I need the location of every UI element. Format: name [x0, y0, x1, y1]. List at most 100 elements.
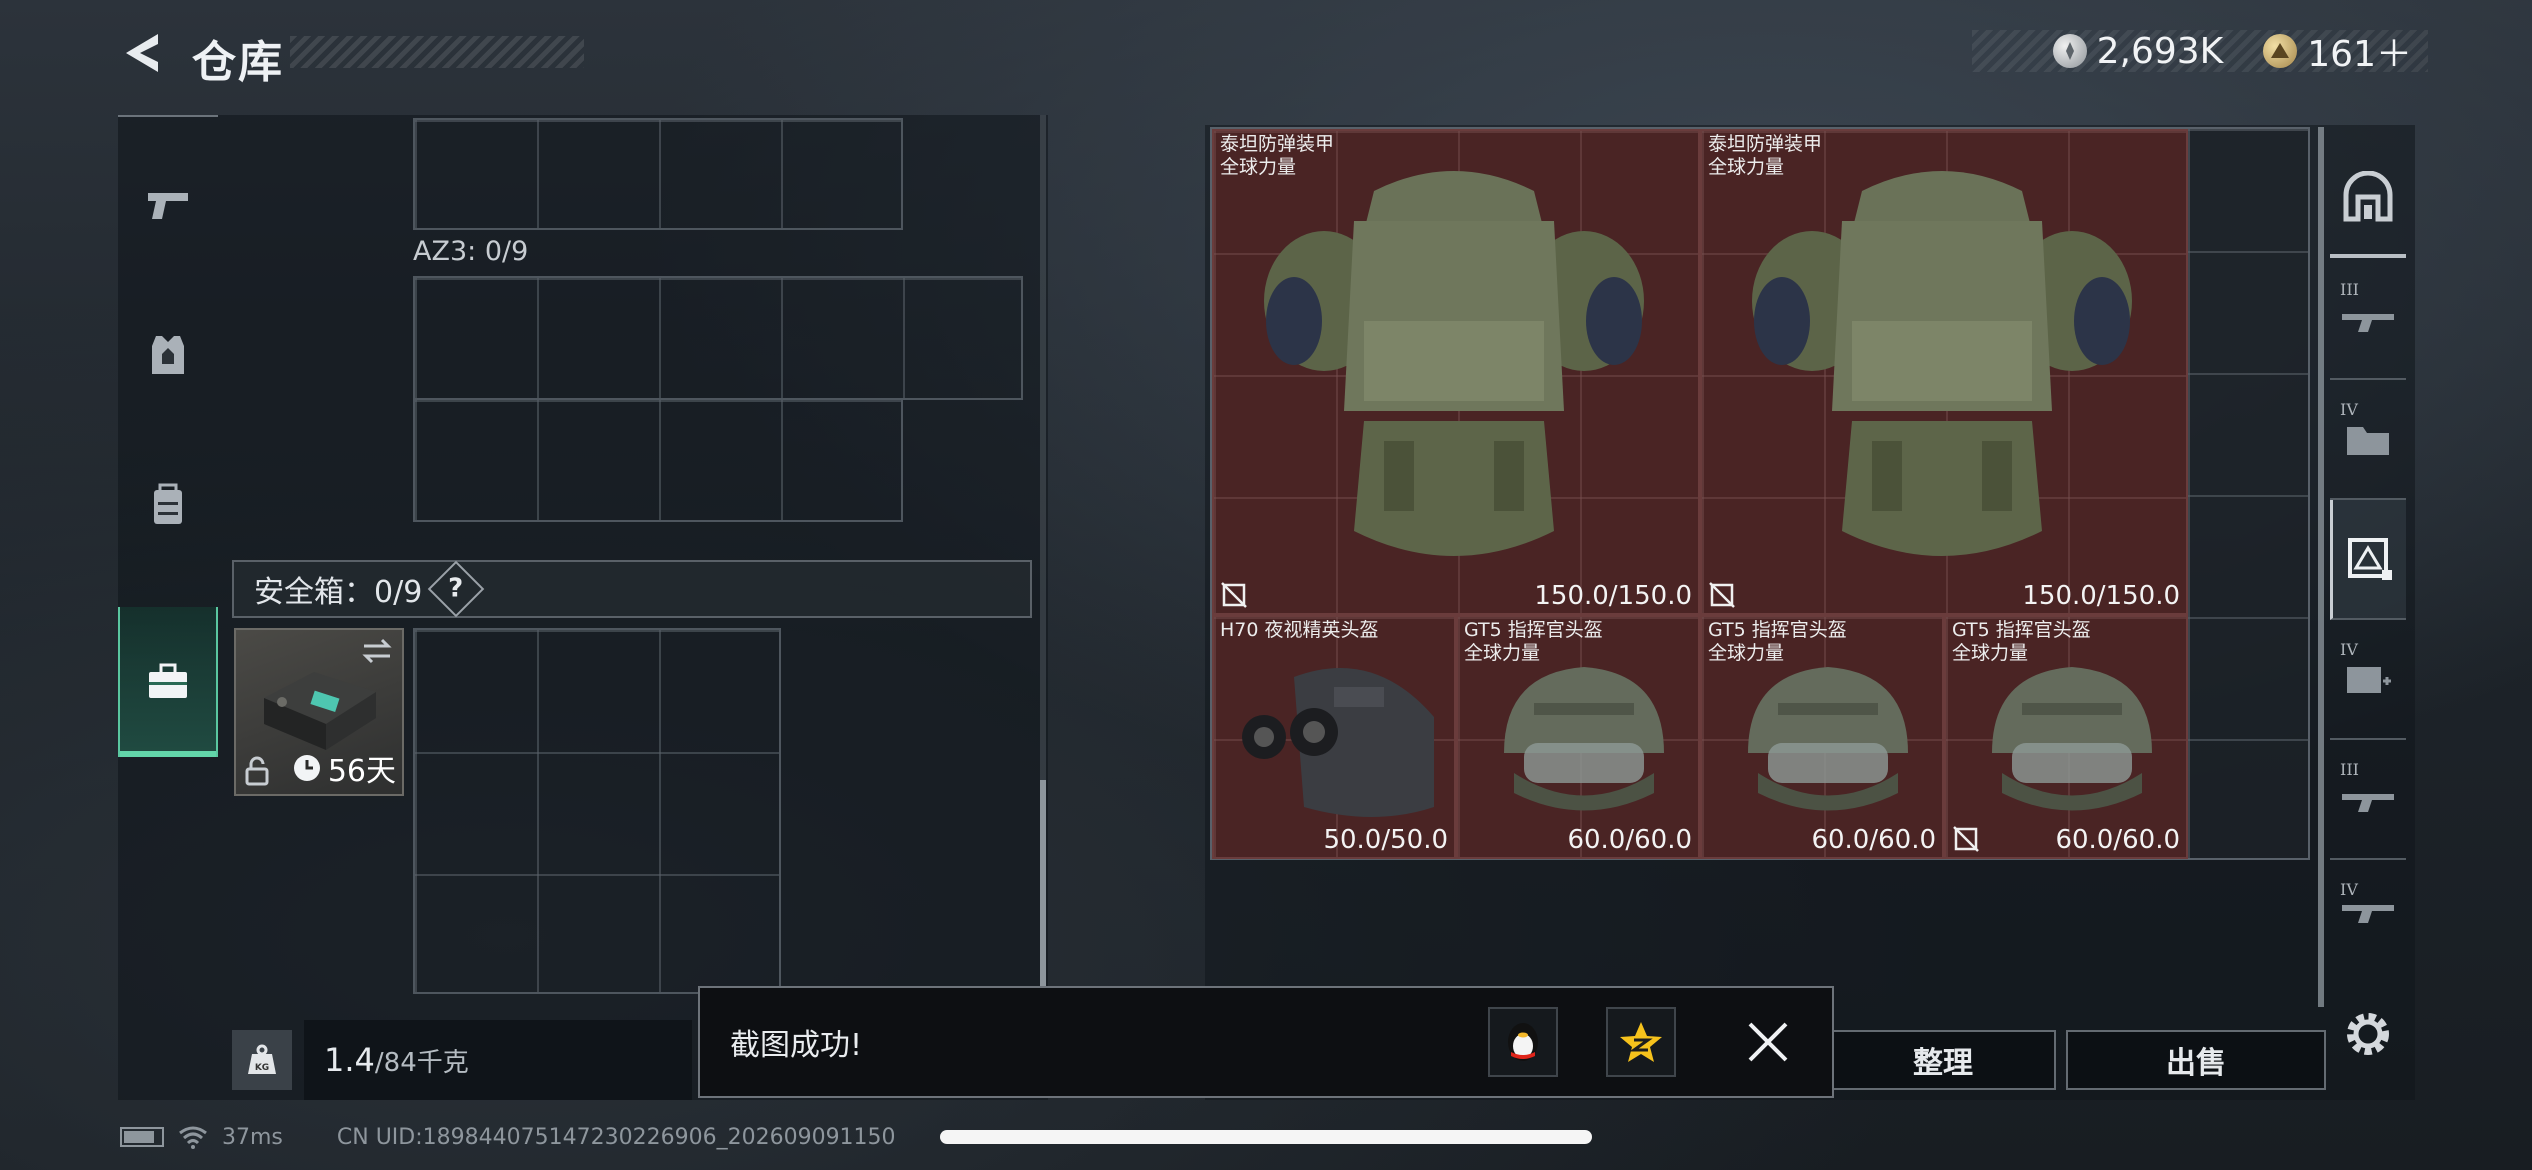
tier-label: IV — [2340, 400, 2358, 419]
folder-icon — [2347, 427, 2389, 455]
az3-capacity-label: AZ3: 0/9 — [413, 236, 529, 267]
item-name: GT5 指挥官头盔 全球力量 — [1708, 619, 1847, 664]
stash-tab-6[interactable]: IV — [2330, 860, 2406, 960]
tier-label: III — [2340, 280, 2359, 299]
tier-label: III — [2340, 760, 2359, 779]
currency-bar: 2,693K 161＋ — [1972, 30, 2428, 75]
item-durability: 150.0/150.0 — [2022, 581, 2180, 611]
gold-coin-icon — [2263, 34, 2298, 68]
left-scrollbar-thumb[interactable] — [1040, 780, 1046, 990]
safebox-capacity-label: 安全箱：0/9 — [254, 575, 423, 610]
storage-grid-upper — [413, 118, 903, 230]
toolbox-icon — [149, 663, 187, 698]
no-insurance-icon — [1709, 582, 1735, 608]
weight-current: 1.4 — [324, 1041, 375, 1079]
item-durability: 60.0/60.0 — [1811, 825, 1936, 855]
sort-button[interactable]: 整理 — [1830, 1030, 2056, 1090]
stash-tab-rail: III IV IV III IV — [2330, 140, 2406, 970]
silver-currency-value: 2,693K — [2096, 30, 2224, 72]
weight-indicator: KG 1.4 /84千克 — [232, 1020, 692, 1100]
stash-tab-1[interactable]: III — [2330, 260, 2406, 380]
sell-button[interactable]: 出售 — [2066, 1030, 2326, 1090]
share-qq-button[interactable] — [1488, 1007, 1558, 1077]
item-durability: 60.0/60.0 — [2055, 825, 2180, 855]
title-decoration — [290, 36, 584, 68]
safebox-item[interactable]: 56天 — [234, 628, 404, 796]
item-name: H70 夜视精英头盔 — [1220, 619, 1379, 641]
no-insurance-icon — [1953, 826, 1979, 852]
close-icon[interactable] — [1744, 1018, 1792, 1066]
silver-coin-icon — [2052, 34, 2087, 68]
uid-text: CN UID:18984407514723022690​6_2026090911… — [336, 1124, 896, 1150]
category-tab-rail — [118, 115, 218, 775]
share-qzone-button[interactable] — [1606, 1007, 1676, 1077]
stash-tab-3[interactable] — [2330, 500, 2406, 620]
help-glyph: ? — [448, 574, 464, 604]
toast-message: 截图成功! — [730, 1028, 863, 1063]
pistol-icon — [148, 193, 188, 219]
armor-category-icon — [2347, 538, 2392, 580]
helmet-item-gt5-1[interactable]: GT5 指挥官头盔 全球力量 60.0/60.0 — [1456, 615, 1700, 859]
rifle-icon — [2342, 794, 2394, 812]
armor-item-2[interactable]: 泰坦防弹装甲 全球力量 150.0/150.0 — [1700, 129, 2188, 615]
rifle-icon — [2342, 905, 2394, 923]
status-bar: 37ms CN UID:18984407514723022690​6_20260… — [120, 1122, 896, 1152]
svg-text:KG: KG — [255, 1063, 269, 1073]
az3-grid-row-1[interactable] — [413, 276, 1023, 400]
item-durability: 150.0/150.0 — [1534, 581, 1692, 611]
stash-gate-icon — [2343, 171, 2393, 222]
item-name: GT5 指挥官头盔 全球力量 — [1464, 619, 1603, 664]
tactical-helmet-art — [1992, 667, 2152, 811]
body-armor-art — [1264, 171, 1644, 556]
stash-tab-4[interactable]: IV — [2330, 620, 2406, 740]
tier-label: IV — [2340, 880, 2358, 899]
home-indicator[interactable] — [940, 1130, 1592, 1144]
no-insurance-icon — [1221, 582, 1247, 608]
right-scrollbar-thumb[interactable] — [2318, 127, 2324, 1007]
backpack-tab[interactable] — [118, 430, 218, 580]
helmet-item-gt5-3[interactable]: GT5 指挥官头盔 全球力量 60.0/60.0 — [1944, 615, 2188, 859]
stash-home-tab[interactable] — [2330, 140, 2406, 258]
stash-tab-2[interactable]: IV — [2330, 380, 2406, 500]
item-name: GT5 指挥官头盔 全球力量 — [1952, 619, 2091, 664]
armor-item-1[interactable]: 泰坦防弹装甲 全球力量 150.0/150.0 — [1212, 129, 1700, 615]
gear-icon[interactable] — [2340, 1006, 2396, 1062]
body-armor-art — [1752, 171, 2132, 556]
item-name: 泰坦防弹装甲 全球力量 — [1708, 133, 1823, 178]
penguin-icon — [1508, 1023, 1538, 1061]
az3-grid-row-2[interactable] — [413, 398, 903, 522]
back-arrow-icon[interactable] — [118, 28, 168, 78]
safebox-art — [264, 672, 376, 750]
stash-tab-5[interactable]: III — [2330, 740, 2406, 860]
nv-helmet-art — [1242, 668, 1434, 817]
item-durability: 60.0/60.0 — [1567, 825, 1692, 855]
wifi-icon — [179, 1126, 207, 1149]
item-name: 泰坦防弹装甲 全球力量 — [1220, 133, 1335, 178]
help-icon[interactable]: ? — [427, 560, 485, 618]
kg-weight-icon: KG — [232, 1030, 292, 1090]
vest-icon — [152, 336, 184, 374]
safebox-grid[interactable] — [413, 628, 781, 994]
helmet-item-gt5-2[interactable]: GT5 指挥官头盔 全球力量 60.0/60.0 — [1700, 615, 1944, 859]
gold-currency-value[interactable]: 161＋ — [2307, 25, 2412, 77]
vest-tab[interactable] — [118, 280, 218, 430]
ping-value: 37ms — [222, 1124, 283, 1150]
battery-icon — [120, 1127, 164, 1147]
medkit-icon — [2347, 667, 2391, 693]
screenshot-toast: 截图成功! — [698, 986, 1834, 1098]
weight-value-field: 1.4 /84千克 — [304, 1020, 692, 1100]
page-title: 仓库 — [192, 37, 284, 88]
lock-icon — [245, 756, 269, 786]
backpack-icon — [154, 483, 182, 524]
weight-max: /84千克 — [374, 1047, 469, 1078]
tier-label: IV — [2340, 640, 2358, 659]
safebox-tab[interactable] — [118, 607, 218, 757]
weapon-tab[interactable] — [118, 130, 218, 280]
star-icon — [1620, 1022, 1662, 1062]
item-durability: 50.0/50.0 — [1323, 825, 1448, 855]
tactical-helmet-art — [1748, 667, 1908, 811]
rifle-icon — [2342, 314, 2394, 332]
helmet-item-h70[interactable]: H70 夜视精英头盔 50.0/50.0 — [1212, 615, 1456, 859]
tactical-helmet-art — [1504, 667, 1664, 811]
safebox-header: 安全箱：0/9 ? — [232, 560, 1032, 618]
